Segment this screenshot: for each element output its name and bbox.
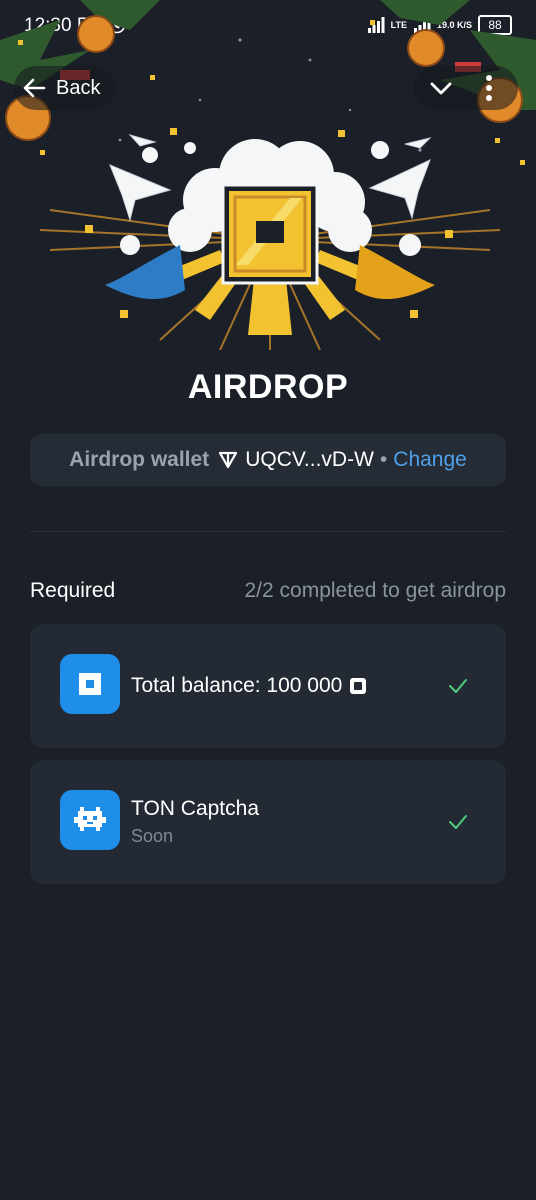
more-vertical-icon[interactable] <box>484 74 494 102</box>
battery-indicator: 88 <box>478 15 512 35</box>
task-total-balance[interactable]: Total balance: 100 000 <box>30 624 506 748</box>
wallet-address: UQCV...vD-W <box>245 448 374 471</box>
task-ton-captcha[interactable]: TON Captcha Soon <box>30 760 506 884</box>
ton-icon <box>219 451 238 469</box>
network-type: LTE <box>390 19 407 30</box>
app-menu-pill <box>414 66 518 110</box>
task-title: Total balance: 100 000 <box>131 674 367 698</box>
whatsapp-icon <box>108 16 126 34</box>
task-title: TON Captcha <box>131 797 259 820</box>
airdrop-hero-illustration <box>40 128 500 350</box>
task-subtitle: Soon <box>131 826 174 846</box>
back-button[interactable]: Back <box>14 66 117 110</box>
coin-mini-icon <box>350 678 367 694</box>
section-divider <box>30 531 506 532</box>
airdrop-wallet-bar: Airdrop wallet UQCV...vD-W • Change <box>30 434 506 486</box>
check-icon <box>449 679 467 693</box>
back-label: Back <box>56 76 101 99</box>
wallet-separator: • <box>379 448 388 471</box>
signal-icon <box>367 17 385 33</box>
network-speed: 19.0 K/S <box>436 19 472 30</box>
status-bar: 12:30 PM LTE 19.0 K/S 88 <box>0 0 536 52</box>
pixel-creature-icon <box>60 790 120 850</box>
wallet-label: Airdrop wallet <box>69 448 210 471</box>
required-heading: Required <box>30 579 116 602</box>
status-right: LTE 19.0 K/S 88 <box>367 15 512 35</box>
signal-icon-2 <box>413 17 431 33</box>
task-title-text: Total balance: 100 000 <box>131 674 343 697</box>
page-title: AIRDROP <box>187 368 349 406</box>
chevron-down-icon[interactable] <box>428 76 454 100</box>
status-time: 12:30 PM <box>24 15 106 36</box>
coin-icon <box>60 654 120 714</box>
check-icon <box>449 815 467 829</box>
required-progress: 2/2 completed to get airdrop <box>244 579 507 602</box>
change-wallet-link[interactable]: Change <box>393 448 467 472</box>
arrow-left-icon <box>23 78 46 98</box>
